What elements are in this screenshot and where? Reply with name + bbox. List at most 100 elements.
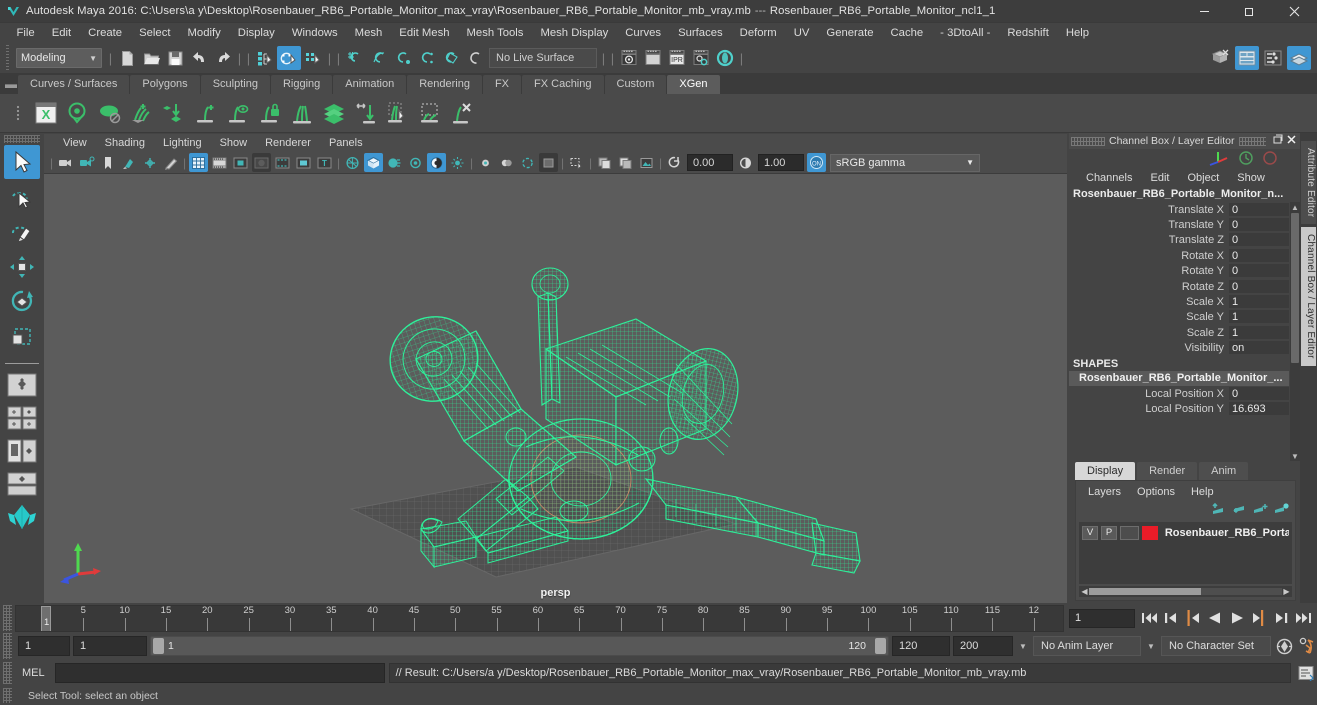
film-origin-icon[interactable] (273, 153, 292, 172)
le-menu-options[interactable]: Options (1129, 486, 1183, 498)
panel-zoom-icon[interactable] (567, 153, 586, 172)
viewport-menu-renderer[interactable]: Renderer (256, 134, 320, 152)
menu-modify[interactable]: Modify (179, 23, 229, 43)
paint-select-tool-button[interactable] (4, 215, 40, 249)
show-hide-channel-box-icon[interactable] (1287, 46, 1311, 70)
xgen-editor-icon[interactable]: X (30, 97, 62, 129)
channel-row[interactable]: Translate Z 0 (1069, 233, 1289, 248)
xgen-add-grooming-icon[interactable] (190, 97, 222, 129)
channel-row[interactable]: Scale Z 1 (1069, 325, 1289, 340)
xgen-add-description-icon[interactable] (126, 97, 158, 129)
single-perspective-layout-button[interactable] (3, 370, 41, 400)
select-by-component-icon[interactable] (301, 46, 325, 70)
outliner-persp-layout-button[interactable] (3, 436, 41, 466)
command-language-label[interactable]: MEL (16, 667, 51, 679)
shelf-tab-fx-caching[interactable]: FX Caching (522, 75, 604, 94)
channel-box-shape-name[interactable]: Rosenbauer_RB6_Portable_Monitor_... (1069, 370, 1289, 386)
layer-color-swatch[interactable] (1141, 525, 1158, 540)
channel-row[interactable]: Rotate Y 0 (1069, 264, 1289, 279)
animation-preferences-icon[interactable] (1297, 635, 1317, 657)
time-slider-gripper[interactable] (3, 605, 12, 631)
go-to-end-icon[interactable] (1293, 607, 1313, 629)
channel-filter-green-icon[interactable] (1238, 150, 1254, 169)
move-layer-up-icon[interactable] (1210, 502, 1226, 518)
new-layer-from-selected-icon[interactable] (1273, 502, 1289, 518)
xgen-delete-icon[interactable] (446, 97, 478, 129)
channel-row[interactable]: Rotate Z 0 (1069, 279, 1289, 294)
play-forwards-icon[interactable] (1227, 607, 1247, 629)
menu-deform[interactable]: Deform (731, 23, 785, 43)
viewport-menu-view[interactable]: View (54, 134, 96, 152)
shelf-tab-rigging[interactable]: Rigging (270, 75, 333, 94)
move-tool-button[interactable] (4, 250, 40, 284)
xray-icon[interactable] (364, 153, 383, 172)
menu-select[interactable]: Select (131, 23, 179, 43)
menu-windows[interactable]: Windows (283, 23, 346, 43)
panel-gripper[interactable] (1071, 136, 1105, 146)
statusline-gripper[interactable] (4, 45, 13, 71)
tab-render[interactable]: Render (1137, 462, 1198, 480)
channel-value[interactable]: 0 (1229, 233, 1289, 248)
channel-value[interactable]: 1 (1229, 325, 1289, 340)
viewport-menu-show[interactable]: Show (211, 134, 257, 152)
playback-end-field[interactable]: 200 (953, 636, 1013, 656)
xgen-select-guide-icon[interactable] (382, 97, 414, 129)
chevron-down-icon[interactable]: ▼ (1144, 642, 1158, 651)
go-to-start-icon[interactable] (1139, 607, 1159, 629)
step-forward-frame-icon[interactable] (1249, 607, 1269, 629)
snap-to-curve-icon[interactable] (367, 46, 391, 70)
texture-icon[interactable]: T (315, 153, 334, 172)
cb-menu-edit[interactable]: Edit (1141, 172, 1178, 184)
make-live-icon[interactable] (463, 46, 487, 70)
menu-cache[interactable]: Cache (882, 23, 932, 43)
exposure-field[interactable]: 0.00 (687, 154, 733, 171)
shelf-tab-animation[interactable]: Animation (333, 75, 407, 94)
panel-gripper-right[interactable] (1238, 136, 1266, 146)
scroll-right-icon[interactable]: ▶ (1282, 587, 1291, 596)
grid-toggle-icon[interactable] (189, 153, 208, 172)
le-menu-layers[interactable]: Layers (1080, 486, 1129, 498)
multisample-icon[interactable] (497, 153, 516, 172)
menu-generate[interactable]: Generate (818, 23, 882, 43)
shelf-tab-sculpting[interactable]: Sculpting (200, 75, 270, 94)
channel-value[interactable]: on (1229, 341, 1289, 356)
close-icon[interactable] (1284, 134, 1298, 148)
viewport-menu-panels[interactable]: Panels (320, 134, 372, 152)
range-right-handle[interactable] (875, 638, 886, 654)
channel-value[interactable]: 16.693 (1229, 401, 1289, 416)
lasso-select-tool-button[interactable] (4, 180, 40, 214)
snapshot-icon[interactable] (637, 153, 656, 172)
live-surface-field[interactable]: No Live Surface (489, 48, 597, 68)
menu-mesh-display[interactable]: Mesh Display (532, 23, 617, 43)
menu-uv[interactable]: UV (785, 23, 818, 43)
shelf-icons-gripper[interactable] (6, 94, 30, 133)
command-line-gripper[interactable] (3, 661, 12, 684)
color-management-toggle-icon[interactable]: ON (807, 153, 826, 172)
xgen-preview-icon[interactable] (62, 97, 94, 129)
perspective-viewport[interactable]: persp (44, 174, 1067, 603)
scrollbar-thumb[interactable] (1089, 588, 1201, 595)
channel-filter-red-icon[interactable] (1262, 150, 1278, 169)
render-settings-icon[interactable] (689, 46, 713, 70)
undo-icon[interactable] (187, 46, 211, 70)
channel-row[interactable]: Visibility on (1069, 341, 1289, 356)
render-blank-icon[interactable] (641, 46, 665, 70)
close-button[interactable] (1272, 0, 1317, 23)
display-layer-list[interactable]: V P Rosenbauer_RB6_Portab (1079, 522, 1292, 584)
character-set-selector[interactable]: No Character Set (1161, 636, 1271, 656)
time-slider[interactable]: 1 5 10 15 20 25 30 35 40 45 50 55 60 65 70 75 80 85 90 95 1… (15, 604, 1064, 632)
menu-curves[interactable]: Curves (617, 23, 670, 43)
xgen-region-icon[interactable] (414, 97, 446, 129)
minimize-button[interactable] (1182, 0, 1227, 23)
channel-row[interactable]: Scale Y 1 (1069, 310, 1289, 325)
snap-to-projected-center-icon[interactable] (415, 46, 439, 70)
channel-value[interactable]: 0 (1229, 248, 1289, 263)
channel-value[interactable]: 0 (1229, 264, 1289, 279)
menu-create[interactable]: Create (80, 23, 131, 43)
menu-help[interactable]: Help (1057, 23, 1097, 43)
menu-3dtoall[interactable]: - 3DtoAll - (932, 23, 999, 43)
select-tool-button[interactable] (4, 145, 40, 179)
gamma-icon[interactable] (736, 153, 755, 172)
layer-list-horizontal-scrollbar[interactable]: ◀ ▶ (1079, 586, 1292, 597)
lock-camera-icon[interactable] (77, 153, 96, 172)
